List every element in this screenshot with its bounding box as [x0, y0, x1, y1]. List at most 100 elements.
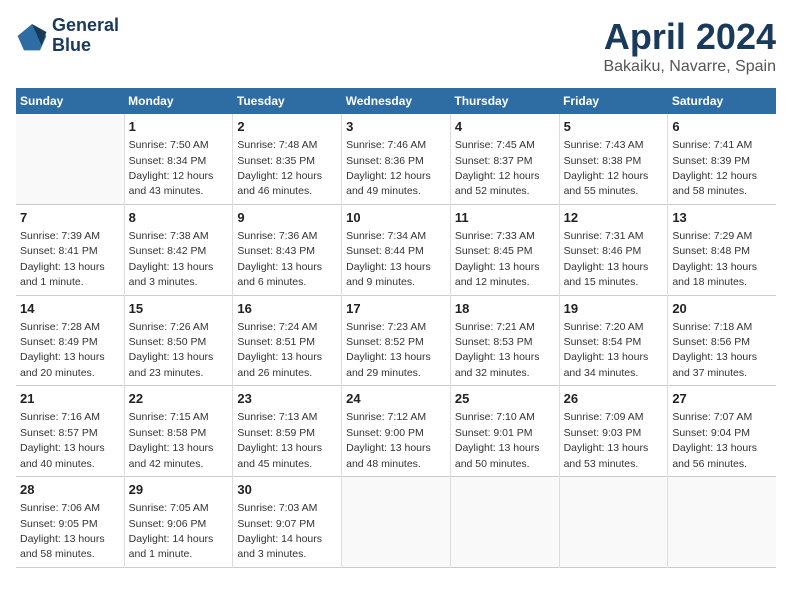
calendar-cell: 19Sunrise: 7:20 AM Sunset: 8:54 PM Dayli…	[559, 295, 668, 386]
header-day-saturday: Saturday	[668, 88, 776, 114]
header-day-thursday: Thursday	[450, 88, 559, 114]
calendar-cell: 23 Sunrise: 7:13 AM Sunset: 8:59 PM Dayli…	[233, 386, 342, 477]
day-info: Sunrise: 7:26 AM Sunset: 8:50 PM Dayligh…	[129, 321, 214, 379]
calendar-cell	[450, 477, 559, 568]
week-row-2: 7Sunrise: 7:39 AM Sunset: 8:41 PM Daylig…	[16, 204, 776, 295]
week-row-1: 1 Sunrise: 7:50 AM Sunset: 8:34 PM Daylig…	[16, 114, 776, 204]
day-info: Sunrise: 7:23 AM Sunset: 8:52 PM Dayligh…	[346, 321, 431, 379]
day-info: Sunrise: 7:12 AM Sunset: 9:00 PM Dayligh…	[346, 411, 431, 469]
calendar-cell: 21 Sunrise: 7:16 AM Sunset: 8:57 PM Dayli…	[16, 386, 124, 477]
day-number: 16	[237, 300, 337, 318]
day-number: 20	[672, 300, 772, 318]
title-block: April 2024 Bakaiku, Navarre, Spain	[603, 16, 776, 76]
day-number: 22	[129, 390, 229, 408]
calendar-cell: 10Sunrise: 7:34 AM Sunset: 8:44 PM Dayli…	[342, 204, 451, 295]
day-number: 7	[20, 209, 120, 227]
calendar-cell: 20 Sunrise: 7:18 AM Sunset: 8:56 PM Dayli…	[668, 295, 776, 386]
logo: General Blue	[16, 16, 119, 56]
day-number: 12	[564, 209, 664, 227]
week-row-5: 28 Sunrise: 7:06 AM Sunset: 9:05 PM Dayli…	[16, 477, 776, 568]
day-number: 3	[346, 118, 446, 136]
day-info: Sunrise: 7:15 AM Sunset: 8:58 PM Dayligh…	[129, 411, 214, 469]
day-info: Sunrise: 7:03 AM Sunset: 9:07 PM Dayligh…	[237, 502, 322, 560]
day-info: Sunrise: 7:33 AM Sunset: 8:45 PM Dayligh…	[455, 230, 540, 288]
logo-text-line1: General	[52, 16, 119, 36]
day-number: 2	[237, 118, 337, 136]
day-info: Sunrise: 7:48 AM Sunset: 8:35 PM Dayligh…	[237, 139, 322, 197]
calendar-body: 1 Sunrise: 7:50 AM Sunset: 8:34 PM Daylig…	[16, 114, 776, 567]
day-info: Sunrise: 7:21 AM Sunset: 8:53 PM Dayligh…	[455, 321, 540, 379]
calendar-cell: 11Sunrise: 7:33 AM Sunset: 8:45 PM Dayli…	[450, 204, 559, 295]
page-header: General Blue April 2024 Bakaiku, Navarre…	[16, 16, 776, 76]
day-info: Sunrise: 7:31 AM Sunset: 8:46 PM Dayligh…	[564, 230, 649, 288]
day-number: 15	[129, 300, 229, 318]
calendar-cell	[16, 114, 124, 204]
day-info: Sunrise: 7:05 AM Sunset: 9:06 PM Dayligh…	[129, 502, 214, 560]
calendar-cell: 26Sunrise: 7:09 AM Sunset: 9:03 PM Dayli…	[559, 386, 668, 477]
week-row-4: 21 Sunrise: 7:16 AM Sunset: 8:57 PM Dayli…	[16, 386, 776, 477]
calendar-cell: 24 Sunrise: 7:12 AM Sunset: 9:00 PM Dayli…	[342, 386, 451, 477]
header-row: SundayMondayTuesdayWednesdayThursdayFrid…	[16, 88, 776, 114]
calendar-cell: 8 Sunrise: 7:38 AM Sunset: 8:42 PM Daylig…	[124, 204, 233, 295]
day-info: Sunrise: 7:06 AM Sunset: 9:05 PM Dayligh…	[20, 502, 105, 560]
day-number: 5	[564, 118, 664, 136]
calendar-cell: 18 Sunrise: 7:21 AM Sunset: 8:53 PM Dayli…	[450, 295, 559, 386]
day-number: 17	[346, 300, 446, 318]
calendar-cell: 16 Sunrise: 7:24 AM Sunset: 8:51 PM Dayli…	[233, 295, 342, 386]
calendar-table: SundayMondayTuesdayWednesdayThursdayFrid…	[16, 88, 776, 568]
calendar-cell: 13 Sunrise: 7:29 AM Sunset: 8:48 PM Dayli…	[668, 204, 776, 295]
day-info: Sunrise: 7:45 AM Sunset: 8:37 PM Dayligh…	[455, 139, 540, 197]
calendar-cell: 25Sunrise: 7:10 AM Sunset: 9:01 PM Dayli…	[450, 386, 559, 477]
calendar-cell: 2 Sunrise: 7:48 AM Sunset: 8:35 PM Daylig…	[233, 114, 342, 204]
calendar-cell: 5 Sunrise: 7:43 AM Sunset: 8:38 PM Daylig…	[559, 114, 668, 204]
day-number: 28	[20, 481, 120, 499]
day-info: Sunrise: 7:24 AM Sunset: 8:51 PM Dayligh…	[237, 321, 322, 379]
day-info: Sunrise: 7:13 AM Sunset: 8:59 PM Dayligh…	[237, 411, 322, 469]
calendar-cell: 1 Sunrise: 7:50 AM Sunset: 8:34 PM Daylig…	[124, 114, 233, 204]
day-info: Sunrise: 7:07 AM Sunset: 9:04 PM Dayligh…	[672, 411, 757, 469]
day-info: Sunrise: 7:34 AM Sunset: 8:44 PM Dayligh…	[346, 230, 431, 288]
header-day-sunday: Sunday	[16, 88, 124, 114]
day-info: Sunrise: 7:46 AM Sunset: 8:36 PM Dayligh…	[346, 139, 431, 197]
day-info: Sunrise: 7:38 AM Sunset: 8:42 PM Dayligh…	[129, 230, 214, 288]
day-info: Sunrise: 7:16 AM Sunset: 8:57 PM Dayligh…	[20, 411, 105, 469]
calendar-cell: 14Sunrise: 7:28 AM Sunset: 8:49 PM Dayli…	[16, 295, 124, 386]
day-number: 1	[129, 118, 229, 136]
day-number: 21	[20, 390, 120, 408]
calendar-cell: 28 Sunrise: 7:06 AM Sunset: 9:05 PM Dayli…	[16, 477, 124, 568]
calendar-cell: 6Sunrise: 7:41 AM Sunset: 8:39 PM Daylig…	[668, 114, 776, 204]
header-day-monday: Monday	[124, 88, 233, 114]
header-day-friday: Friday	[559, 88, 668, 114]
calendar-cell: 7Sunrise: 7:39 AM Sunset: 8:41 PM Daylig…	[16, 204, 124, 295]
day-number: 23	[237, 390, 337, 408]
calendar-cell: 12 Sunrise: 7:31 AM Sunset: 8:46 PM Dayli…	[559, 204, 668, 295]
day-info: Sunrise: 7:18 AM Sunset: 8:56 PM Dayligh…	[672, 321, 757, 379]
day-info: Sunrise: 7:50 AM Sunset: 8:34 PM Dayligh…	[129, 139, 214, 197]
day-info: Sunrise: 7:43 AM Sunset: 8:38 PM Dayligh…	[564, 139, 649, 197]
calendar-cell: 3 Sunrise: 7:46 AM Sunset: 8:36 PM Daylig…	[342, 114, 451, 204]
week-row-3: 14Sunrise: 7:28 AM Sunset: 8:49 PM Dayli…	[16, 295, 776, 386]
day-info: Sunrise: 7:10 AM Sunset: 9:01 PM Dayligh…	[455, 411, 540, 469]
header-day-wednesday: Wednesday	[342, 88, 451, 114]
day-info: Sunrise: 7:28 AM Sunset: 8:49 PM Dayligh…	[20, 321, 105, 379]
day-number: 19	[564, 300, 664, 318]
day-number: 4	[455, 118, 555, 136]
day-number: 30	[237, 481, 337, 499]
day-info: Sunrise: 7:29 AM Sunset: 8:48 PM Dayligh…	[672, 230, 757, 288]
logo-icon	[16, 20, 48, 52]
day-number: 29	[129, 481, 229, 499]
calendar-title: April 2024	[603, 16, 776, 58]
day-number: 6	[672, 118, 772, 136]
calendar-cell	[668, 477, 776, 568]
day-number: 24	[346, 390, 446, 408]
day-number: 8	[129, 209, 229, 227]
calendar-cell	[559, 477, 668, 568]
day-number: 18	[455, 300, 555, 318]
calendar-header: SundayMondayTuesdayWednesdayThursdayFrid…	[16, 88, 776, 114]
day-number: 9	[237, 209, 337, 227]
day-info: Sunrise: 7:36 AM Sunset: 8:43 PM Dayligh…	[237, 230, 322, 288]
day-number: 13	[672, 209, 772, 227]
calendar-cell: 29 Sunrise: 7:05 AM Sunset: 9:06 PM Dayli…	[124, 477, 233, 568]
calendar-cell: 15 Sunrise: 7:26 AM Sunset: 8:50 PM Dayli…	[124, 295, 233, 386]
calendar-cell: 30 Sunrise: 7:03 AM Sunset: 9:07 PM Dayli…	[233, 477, 342, 568]
